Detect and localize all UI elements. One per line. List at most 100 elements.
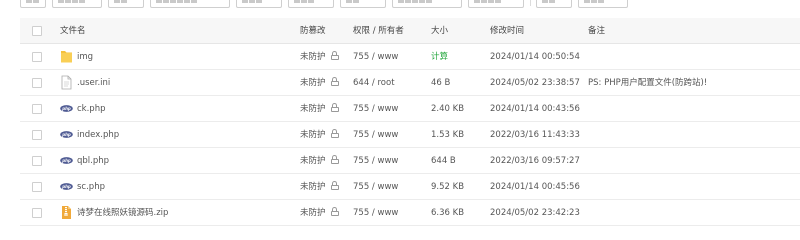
file-name[interactable]: 诗梦在线照妖镜源码.zip: [77, 200, 168, 226]
modified-time: 2024/05/02 23:42:23: [490, 208, 580, 218]
guard-status[interactable]: 未防护: [300, 148, 352, 174]
toolbar-divider: [530, 0, 531, 6]
toolbar-button[interactable]: [536, 0, 572, 8]
row-checkbox[interactable]: [32, 156, 42, 166]
toolbar-button[interactable]: [468, 0, 524, 8]
modified-time: 2024/01/14 00:50:54: [490, 52, 580, 62]
file-name-cell[interactable]: php ck.php: [60, 96, 300, 122]
row-checkbox[interactable]: [32, 130, 42, 140]
guard-status[interactable]: 未防护: [300, 200, 352, 226]
note[interactable]: [588, 200, 788, 226]
modified-time: 2022/03/16 11:43:33: [490, 130, 580, 140]
note[interactable]: [588, 174, 788, 200]
file-name[interactable]: index.php: [77, 122, 119, 148]
toolbar-button[interactable]: [578, 0, 628, 8]
permission-owner[interactable]: 644 / root: [353, 70, 428, 96]
row-checkbox[interactable]: [32, 104, 42, 114]
file-name[interactable]: qbl.php: [77, 148, 109, 174]
header-guard[interactable]: 防篡改: [300, 18, 352, 44]
note[interactable]: PS: PHP用户配置文件(防跨站)!: [588, 70, 788, 96]
row-checkbox[interactable]: [32, 78, 42, 88]
php-icon: php: [60, 127, 73, 142]
toolbar-button[interactable]: [20, 0, 46, 8]
file-name[interactable]: ck.php: [77, 96, 105, 122]
file-size: 2.40 KB: [431, 104, 465, 114]
svg-text:php: php: [61, 106, 71, 111]
file-name-cell[interactable]: php qbl.php: [60, 148, 300, 174]
lock-icon[interactable]: [331, 181, 340, 191]
select-all-checkbox[interactable]: [32, 26, 42, 36]
toolbar-button[interactable]: [52, 0, 102, 8]
file-name[interactable]: sc.php: [77, 174, 105, 200]
lock-icon[interactable]: [331, 207, 340, 217]
header-note: 备注: [588, 26, 606, 36]
calculate-size-link[interactable]: 计算: [431, 44, 489, 70]
row-checkbox[interactable]: [32, 182, 42, 192]
svg-text:php: php: [61, 132, 71, 137]
permission-owner[interactable]: 755 / www: [353, 122, 428, 148]
permission-owner[interactable]: 755 / www: [353, 174, 428, 200]
modified-time: 2024/01/14 00:45:56: [490, 182, 580, 192]
toolbar-button[interactable]: [340, 0, 386, 8]
guard-status[interactable]: 未防护: [300, 96, 352, 122]
file-toolbar: [0, 0, 800, 11]
folder-icon: [60, 49, 73, 64]
modified-time: 2024/05/02 23:38:57: [490, 78, 580, 88]
file-name-cell[interactable]: php index.php: [60, 122, 300, 148]
header-perm[interactable]: 权限 / 所有者: [353, 18, 428, 44]
file-size: 9.52 KB: [431, 182, 465, 192]
header-time[interactable]: 修改时间: [490, 18, 586, 44]
permission-owner[interactable]: 755 / www: [353, 44, 428, 70]
file-name-cell[interactable]: 诗梦在线照妖镜源码.zip: [60, 200, 300, 226]
svg-text:php: php: [61, 158, 71, 163]
row-checkbox[interactable]: [32, 52, 42, 62]
php-icon: php: [60, 101, 73, 116]
file-name-cell[interactable]: .user.ini: [60, 70, 300, 96]
lock-icon[interactable]: [331, 103, 340, 113]
table-row[interactable]: img 未防护 755 / www 计算 2024/01/14 00:50:54: [20, 44, 800, 70]
permission-owner[interactable]: 755 / www: [353, 148, 428, 174]
header-name[interactable]: 文件名: [60, 18, 300, 44]
table-row[interactable]: php qbl.php 未防护 755 / www 644 B 2022/03/…: [20, 148, 800, 174]
table-row[interactable]: 诗梦在线照妖镜源码.zip 未防护 755 / www 6.36 KB 2024…: [20, 200, 800, 226]
permission-owner[interactable]: 755 / www: [353, 96, 428, 122]
permission-owner[interactable]: 755 / www: [353, 200, 428, 226]
file-name-cell[interactable]: img: [60, 44, 300, 70]
note[interactable]: [588, 122, 788, 148]
note[interactable]: [588, 96, 788, 122]
toolbar-button[interactable]: [150, 0, 230, 8]
table-row[interactable]: php sc.php 未防护 755 / www 9.52 KB 2024/01…: [20, 174, 800, 200]
note[interactable]: [588, 148, 788, 174]
guard-status[interactable]: 未防护: [300, 44, 352, 70]
toolbar-button[interactable]: [236, 0, 282, 8]
table-header: 文件名 防篡改 权限 / 所有者 大小 修改时间 备注: [20, 18, 800, 44]
table-row[interactable]: php index.php 未防护 755 / www 1.53 KB 2022…: [20, 122, 800, 148]
lock-icon[interactable]: [331, 51, 340, 61]
modified-time: 2022/03/16 09:57:27: [490, 156, 580, 166]
file-size: 46 B: [431, 78, 451, 88]
php-icon: php: [60, 179, 73, 194]
file-name[interactable]: .user.ini: [77, 70, 110, 96]
svg-text:php: php: [61, 184, 71, 189]
zip-icon: [60, 205, 73, 220]
file-size: 1.53 KB: [431, 130, 465, 140]
table-row[interactable]: php ck.php 未防护 755 / www 2.40 KB 2024/01…: [20, 96, 800, 122]
file-size: 644 B: [431, 156, 456, 166]
guard-status[interactable]: 未防护: [300, 122, 352, 148]
toolbar-button[interactable]: [288, 0, 334, 8]
file-name-cell[interactable]: php sc.php: [60, 174, 300, 200]
header-size[interactable]: 大小: [431, 18, 489, 44]
table-row[interactable]: .user.ini 未防护 644 / root 46 B 2024/05/02…: [20, 70, 800, 96]
lock-icon[interactable]: [331, 77, 340, 87]
toolbar-button[interactable]: [392, 0, 462, 8]
php-icon: php: [60, 153, 73, 168]
file-name[interactable]: img: [77, 44, 93, 70]
lock-icon[interactable]: [331, 129, 340, 139]
note[interactable]: [588, 44, 788, 70]
guard-status[interactable]: 未防护: [300, 174, 352, 200]
toolbar-button[interactable]: [108, 0, 144, 8]
file-icon: [60, 75, 73, 90]
guard-status[interactable]: 未防护: [300, 70, 352, 96]
lock-icon[interactable]: [331, 155, 340, 165]
row-checkbox[interactable]: [32, 208, 42, 218]
